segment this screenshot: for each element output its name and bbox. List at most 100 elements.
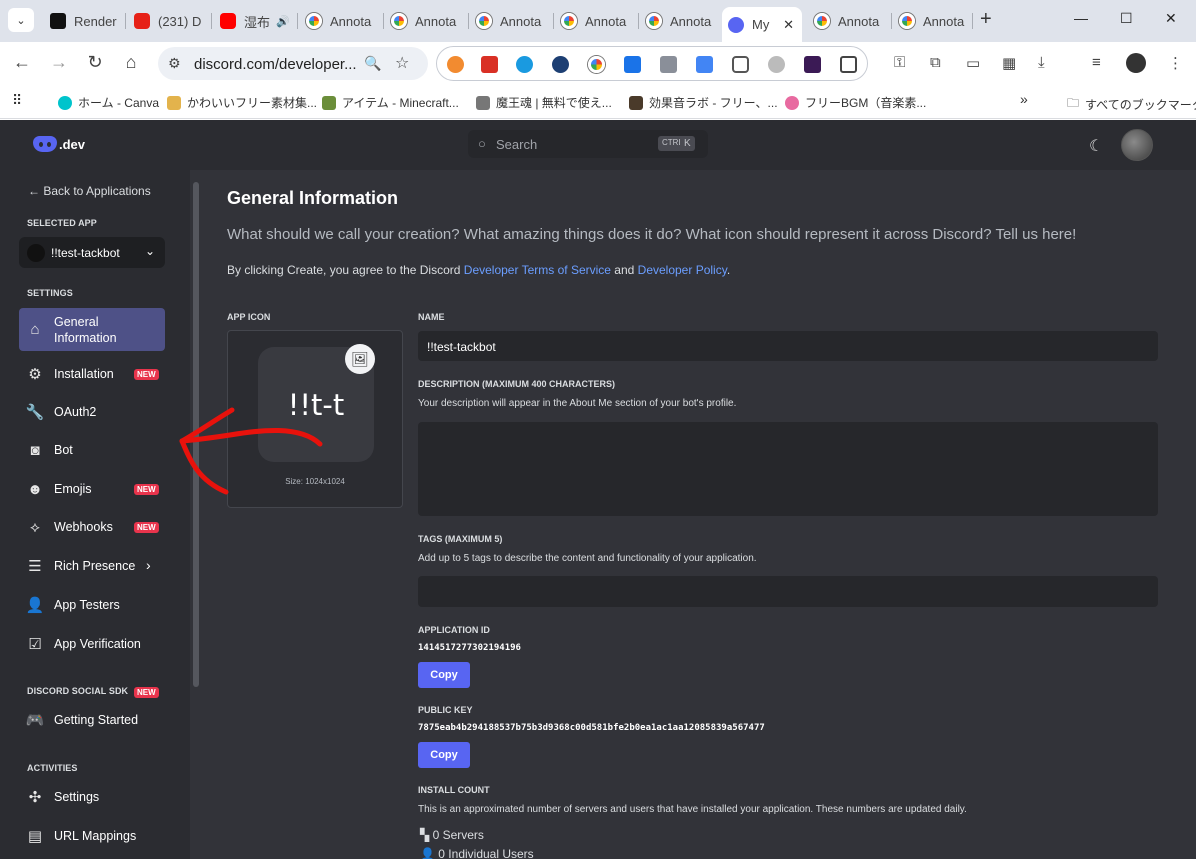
public-key-label: PUBLIC KEY [418,705,473,715]
extension-icon[interactable] [732,56,749,73]
new-badge: NEW [134,687,159,698]
search-input[interactable]: ○ Search CTRL K [468,130,708,158]
sidebar-scrollbar[interactable] [193,182,199,687]
tab-search-button[interactable]: ⌄ [8,8,34,32]
more-menu-icon[interactable]: ⋮ [1168,54,1183,72]
extension-icon[interactable] [588,56,605,73]
browser-tab[interactable]: Annota [470,7,554,35]
sidebar-item-rich-presence[interactable]: ☰ Rich Presence › [19,549,165,583]
sidebar-item-app-verification[interactable]: ☑ App Verification [19,627,165,661]
theme-toggle-icon[interactable]: ☾ [1089,136,1103,156]
puzzle-icon[interactable] [840,56,857,73]
sidebar-item-oauth2[interactable]: 🔧 OAuth2 [19,395,165,429]
sidebar-item-label: URL Mappings [54,829,137,843]
browser-tab[interactable]: Render [44,7,126,35]
tab-layout-icon[interactable]: ▦ [1002,54,1016,72]
extension-icon[interactable] [624,56,641,73]
sidebar-item-installation[interactable]: ⚙ Installation NEW [19,357,165,391]
browser-tab-active[interactable]: My ✕ [722,7,802,42]
bookmark-item[interactable]: かわいいフリー素材集... [167,94,317,111]
bookmark-item[interactable]: 魔王魂 | 無料で使え... [476,94,612,111]
all-bookmarks-button[interactable]: 🗀 すべてのブックマーク [1067,94,1196,115]
tab-title: My [752,17,770,32]
bookmark-star-icon[interactable]: ☆ [395,53,409,73]
image-add-icon[interactable]: 🖼 [345,344,375,374]
bookmark-item[interactable]: 効果音ラボ - フリー、... [629,94,778,111]
sidebar-item-app-testers[interactable]: 👤 App Testers [19,588,165,622]
tab-title: Annota [838,13,880,29]
browser-tab[interactable]: Annota [300,7,384,35]
browser-tab[interactable]: 湿布 🔊 [214,7,298,35]
sidebar-item-label: General Information [54,314,117,345]
irasutoya-icon [167,95,181,110]
new-tab-button[interactable]: + [980,8,992,31]
maximize-icon[interactable]: ☐ [1120,10,1133,27]
app-icon-uploader[interactable]: !!t-t 🖼 Size: 1024x1024 [227,330,403,508]
extension-icon[interactable] [804,56,821,73]
back-to-applications-link[interactable]: ← Back to Applications [28,184,151,198]
sidebar-item-activity-settings[interactable]: ✣ Settings [19,780,165,814]
browser-tab[interactable]: Annota [808,7,892,35]
reload-icon[interactable]: ↻ [84,52,106,73]
zoom-icon[interactable]: 🔍 [364,55,381,72]
developer-policy-link[interactable]: Developer Policy [638,263,727,277]
close-window-icon[interactable]: ✕ [1165,10,1177,27]
description-field[interactable] [418,422,1158,516]
sidebar-item-label: Rich Presence [54,559,136,573]
sidebar-item-general-information[interactable]: ⌂ General Information [19,308,165,351]
copy-application-id-button[interactable]: Copy [418,662,470,688]
sidebar-item-emojis[interactable]: ☻ Emojis NEW [19,472,165,506]
media-icon[interactable]: ≡ [1092,54,1101,71]
user-icon: 👤 [420,847,435,859]
profile-avatar[interactable] [1126,53,1146,73]
minimize-icon[interactable]: — [1074,10,1088,26]
more-bookmarks-button[interactable]: » [1020,91,1028,107]
terms-of-service-link[interactable]: Developer Terms of Service [464,263,611,277]
tags-field[interactable] [418,576,1158,607]
bookmark-item[interactable]: フリーBGM（音楽素... [785,94,926,111]
discord-dev-logo[interactable]: .dev [33,136,85,152]
back-icon[interactable]: ← [11,52,33,73]
sidebar-item-getting-started[interactable]: 🎮 Getting Started [19,703,165,737]
extension-icon[interactable] [768,56,785,73]
browser-tab[interactable]: Annota [640,7,720,35]
chevron-right-icon: › [146,557,151,573]
servers-count: ▚ 0 Servers [420,828,484,842]
apps-grid-icon[interactable]: ⠿ [12,92,22,109]
browser-tab[interactable]: Annota [385,7,469,35]
app-selector[interactable]: !!test-tackbot ⌄ [19,237,165,268]
home-icon[interactable]: ⌂ [120,52,142,73]
cast-icon[interactable]: ▭ [966,54,980,72]
extension-icon[interactable] [660,56,677,73]
site-settings-icon[interactable]: ⚙ [168,55,181,72]
browser-tab[interactable]: Annota [555,7,639,35]
browser-tab[interactable]: Annota [893,7,973,35]
sidebar-item-bot[interactable]: ◙ Bot [19,433,165,467]
translate-icon[interactable] [696,56,713,73]
sidebar-item-webhooks[interactable]: ⟡ Webhooks NEW [19,510,165,544]
bot-icon: ◙ [30,441,40,459]
search-icon: ○ [478,136,486,151]
extension-icon[interactable] [552,56,569,73]
translate-page-icon[interactable]: ⧉ [930,54,941,71]
sidebar-item-url-mappings[interactable]: ▤ URL Mappings [19,819,165,853]
close-tab-icon[interactable]: ✕ [783,17,794,33]
bookmark-item[interactable]: アイテム - Minecraft... [322,94,459,111]
copy-public-key-button[interactable]: Copy [418,742,470,768]
youtube-icon [220,13,236,29]
user-avatar[interactable] [1121,129,1153,161]
forward-icon[interactable]: → [48,52,70,73]
browser-tab[interactable]: (231) D [128,7,212,35]
activities-heading: ACTIVITIES [27,763,78,773]
extension-icon[interactable] [516,56,533,73]
terms-text: . [726,263,731,277]
address-bar[interactable]: ⚙ discord.com/developer... 🔍 ☆ [158,47,428,80]
logo-text: .dev [59,136,86,152]
webhook-icon: ⟡ [30,518,40,536]
download-icon[interactable]: ⤓ [1038,54,1045,71]
extension-icon[interactable] [481,56,498,73]
bookmark-item[interactable]: ホーム - Canva [58,94,159,111]
name-field[interactable]: !!test-tackbot [418,331,1158,361]
password-key-icon[interactable]: ⚿ [894,54,905,71]
extension-icon[interactable] [447,56,464,73]
